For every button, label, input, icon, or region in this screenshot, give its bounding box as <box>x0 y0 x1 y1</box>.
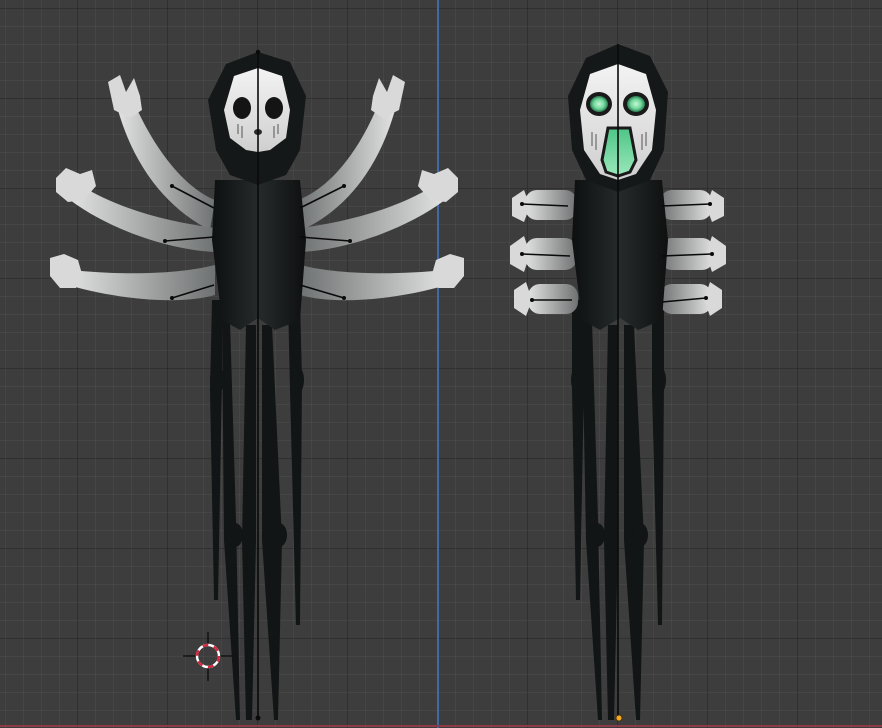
robe-torso-2 <box>572 180 668 330</box>
arms-right-side <box>298 75 464 301</box>
mask-eye-left <box>233 97 251 119</box>
3d-viewport[interactable] <box>0 0 882 728</box>
robe-torso <box>212 180 306 330</box>
mask-eye-right <box>265 97 283 119</box>
glowing-mouth <box>600 126 638 178</box>
armature-bones <box>164 52 351 720</box>
arms-left-side <box>50 75 215 301</box>
scene-canvas[interactable] <box>0 0 882 728</box>
glowing-eye-left-inner <box>590 96 608 112</box>
character-short-arms[interactable] <box>510 44 726 722</box>
character-six-arms[interactable] <box>50 49 464 721</box>
object-origin-point[interactable] <box>615 714 623 722</box>
x-axis-line <box>0 725 882 727</box>
glowing-eye-right-inner <box>627 96 645 112</box>
3d-cursor-icon[interactable] <box>183 632 233 681</box>
legs-left-character <box>210 300 304 720</box>
